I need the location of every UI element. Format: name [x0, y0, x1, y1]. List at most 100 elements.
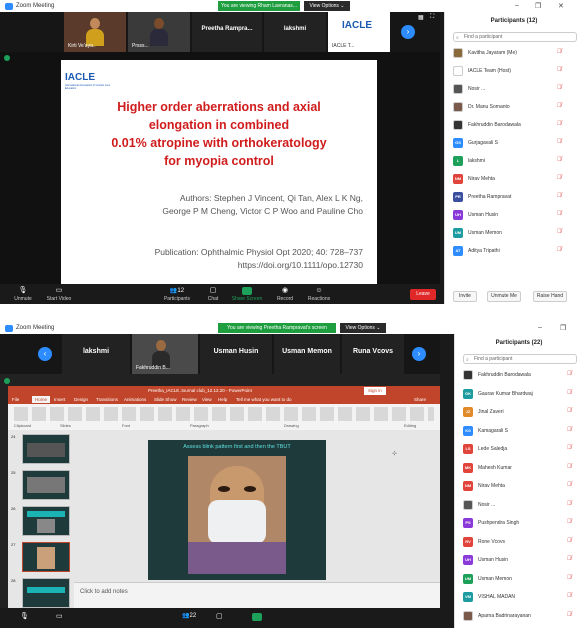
muted-mic-icon: 🎙̸	[567, 556, 572, 562]
participant-row[interactable]: Nosir ... 🎙̸	[453, 84, 571, 96]
view-options-button[interactable]: View Options ⌄	[304, 1, 350, 11]
participant-row[interactable]: NM Nirav Mehta 🎙̸	[463, 481, 581, 493]
participant-row[interactable]: Aparna Badrinarayanan 🎙̸	[463, 610, 581, 623]
slide-thumbnail[interactable]	[22, 470, 70, 500]
participant-row[interactable]: GS Gurjagavali S 🎙̸	[453, 138, 571, 150]
participant-row[interactable]: NM Nirav Mehta 🎙̸	[453, 174, 571, 186]
slide-thumbnail[interactable]	[22, 506, 70, 536]
share-stage: IACLE International Association of Conta…	[0, 52, 440, 284]
mic-icon[interactable]: 🎙	[20, 612, 29, 620]
participant-row[interactable]: UH Usman Husin 🎙̸	[463, 555, 581, 567]
grid-view-icon[interactable]: ▦	[418, 14, 424, 21]
notes-pane[interactable]: Click to add notes	[74, 582, 440, 608]
participant-name: Nosir ...	[468, 86, 486, 92]
unmute-me-button[interactable]: Unmute Me	[487, 291, 521, 302]
slide-thumbnail-selected[interactable]	[22, 542, 70, 572]
sign-in-button[interactable]: Sign in	[364, 387, 386, 395]
participants-button[interactable]: 👥12 Participants	[160, 287, 194, 302]
video-tile[interactable]: Kirti Ve'aya..	[64, 12, 126, 52]
muted-mic-icon: 🎙̸	[557, 211, 562, 217]
menu-review[interactable]: Review	[182, 397, 197, 402]
participant-name: Dr. Manu Somanto	[468, 104, 510, 110]
participant-row[interactable]: UM Usman Memon 🎙̸	[453, 228, 571, 240]
minimize-icon[interactable]: –	[515, 2, 519, 9]
menu-slide-show[interactable]: Slide Show	[154, 397, 177, 402]
ribbon-controls	[14, 407, 434, 421]
video-tile[interactable]: Preetha Rampra...	[192, 12, 262, 52]
menu-insert[interactable]: Insert	[54, 397, 65, 402]
menu-animations[interactable]: Animations	[124, 397, 146, 402]
participant-row[interactable]: UM Usman Memon 🎙̸	[463, 573, 581, 586]
chat-icon[interactable]: ▢	[216, 612, 223, 620]
participant-row[interactable]: Dr. Manu Somanto 🎙̸	[453, 102, 571, 114]
share-icon[interactable]	[252, 613, 262, 621]
next-page-button[interactable]: ›	[401, 25, 415, 39]
share-button[interactable]: Share	[414, 397, 426, 402]
video-tile[interactable]: Usman Husin	[200, 334, 272, 374]
maximize-icon[interactable]: ❐	[535, 2, 541, 10]
participant-row[interactable]: UH Usman Husin 🎙̸	[453, 210, 571, 222]
view-options-button[interactable]: View Options ⌄	[340, 323, 386, 333]
maximize-icon[interactable]: ❐	[560, 324, 566, 332]
participant-row[interactable]: VM VISHAL MADAN 🎙̸	[463, 592, 581, 604]
menu-help[interactable]: Help	[218, 397, 227, 402]
participant-search-input[interactable]: ⌕ Find a participant	[453, 32, 577, 42]
participant-row[interactable]: Llakshmi 🎙̸	[453, 156, 571, 168]
participant-row[interactable]: GK Gaurav Kumar Bhardwaj 🎙̸	[463, 388, 581, 401]
participant-row[interactable]: PR Preetha Rampravat 🎙̸	[453, 192, 571, 204]
fullscreen-icon[interactable]: ⛶	[430, 14, 434, 21]
menu-home[interactable]: Home	[32, 396, 51, 403]
participant-row[interactable]: Fakhruddin Barodawala 🎙̸	[453, 120, 571, 132]
close-icon[interactable]: ✕	[558, 2, 564, 10]
invite-button[interactable]: Invite	[453, 291, 477, 302]
slide-thumbnail[interactable]	[22, 578, 70, 608]
start-video-button[interactable]: ▭ Start Video	[42, 287, 76, 302]
raise-hand-button[interactable]: Raise Hand	[533, 291, 567, 302]
share-screen-button[interactable]: Share Screen	[230, 287, 264, 302]
tell-me-search[interactable]: Tell me what you want to do	[236, 397, 292, 402]
video-tile[interactable]: IACLE IACLE T...	[328, 12, 390, 52]
muted-mic-icon: 🎙̸	[567, 482, 572, 488]
video-tile[interactable]: Usman Memon	[274, 334, 340, 374]
record-button[interactable]: ◉ Record	[268, 287, 302, 302]
minimize-icon[interactable]: –	[538, 324, 542, 331]
participants-icon[interactable]: 👥22	[182, 612, 196, 619]
leave-button[interactable]: Leave	[410, 289, 436, 300]
participant-search-input[interactable]: ⌕ Find a participant	[463, 354, 577, 364]
participant-row[interactable]: Kavitha Jayaram (Me) 🎙̸	[453, 48, 571, 60]
video-tile[interactable]: lakshmi	[62, 334, 130, 374]
menu-transitions[interactable]: Transitions	[96, 397, 118, 402]
menu-view[interactable]: View	[202, 397, 212, 402]
menu-design[interactable]: Design	[74, 397, 88, 402]
avatar	[453, 84, 463, 94]
video-icon[interactable]: ▭	[56, 612, 63, 620]
participant-row[interactable]: RV Rone Vcovs 🎙̸	[463, 536, 581, 549]
video-tile[interactable]: Prsss...	[128, 12, 190, 52]
avatar: L	[453, 156, 463, 166]
menu-file[interactable]: File	[12, 397, 19, 402]
powerpoint-window: Preetha_IACLE Journal club_12.12.20 - Po…	[8, 386, 440, 608]
slide-thumbnail[interactable]	[22, 434, 70, 464]
participant-row[interactable]: IACLE Team (Host) 🎙̸	[453, 66, 571, 78]
participant-row[interactable]: AT Aditya Tripathi 🎙̸	[453, 246, 571, 258]
next-page-button[interactable]: ›	[412, 347, 426, 361]
participant-row[interactable]: Fakhruddin Barodawala 🎙̸	[463, 370, 581, 382]
chat-button[interactable]: ▢ Chat	[196, 287, 230, 302]
participant-row[interactable]: PS Pushpendra Singh 🎙̸	[463, 518, 581, 530]
avatar: NM	[453, 174, 463, 184]
security-icon	[4, 55, 10, 61]
zoom-window-top: Zoom Meeting You are viewing Rham Lavran…	[0, 0, 583, 304]
video-tile[interactable]: Fakhruddin B...	[132, 334, 198, 374]
video-tile[interactable]: lakshmi	[264, 12, 326, 52]
unmute-button[interactable]: 🎙 Unmute	[6, 287, 40, 302]
previous-page-button[interactable]: ‹	[38, 347, 52, 361]
participant-row[interactable]: KS Kamagarali S 🎙̸	[463, 425, 581, 438]
participant-row[interactable]: Nosir ... 🎙̸	[463, 499, 581, 512]
participant-name: Gaurav Kumar Bhardwaj	[478, 390, 533, 397]
video-tile[interactable]: Runa Vcovs	[342, 334, 404, 374]
participant-row[interactable]: LS Lede Saledja 🎙̸	[463, 444, 581, 456]
participant-row[interactable]: MK Mahesh Kumar 🎙̸	[463, 462, 581, 475]
shared-slide: IACLE International Association of Conta…	[61, 60, 377, 284]
reactions-button[interactable]: ☺ Reactions	[302, 287, 336, 302]
participant-row[interactable]: JZ Jinal Zaveri 🎙̸	[463, 407, 581, 419]
